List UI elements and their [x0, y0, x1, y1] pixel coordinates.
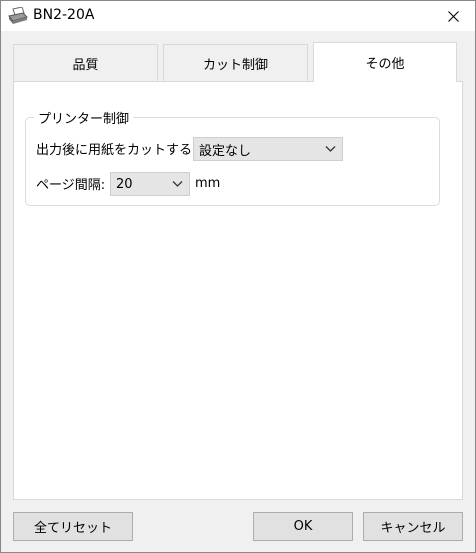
- cancel-label: キャンセル: [380, 521, 446, 536]
- close-button[interactable]: [431, 1, 475, 31]
- tab-label: 品質: [72, 57, 99, 73]
- dialog-window: BN2-20A 品質 カット制御 その他 プリンター制御 出力後に用紙をカットす…: [0, 0, 476, 553]
- window-title: BN2-20A: [33, 7, 95, 23]
- cut-after-output-value: 設定なし: [199, 143, 252, 159]
- reset-all-button[interactable]: 全てリセット: [13, 512, 133, 541]
- tab-other[interactable]: その他: [313, 42, 457, 82]
- ok-button[interactable]: OK: [253, 512, 353, 541]
- printer-control-group: プリンター制御 出力後に用紙をカットする: 設定なし ページ間隔: 20 mm: [25, 108, 440, 206]
- title-bar: BN2-20A: [1, 1, 475, 31]
- close-icon: [447, 10, 459, 22]
- page-spacing-select[interactable]: 20: [110, 172, 190, 196]
- tab-quality[interactable]: 品質: [13, 44, 158, 81]
- chevron-down-icon: [172, 181, 183, 187]
- page-spacing-unit: mm: [195, 176, 221, 191]
- chevron-down-icon: [325, 146, 336, 152]
- printer-icon: [8, 7, 28, 24]
- reset-all-label: 全てリセット: [33, 521, 112, 536]
- page-spacing-value: 20: [116, 176, 133, 192]
- tab-label: その他: [365, 57, 405, 72]
- cancel-button[interactable]: キャンセル: [363, 512, 463, 541]
- page-spacing-label: ページ間隔:: [36, 178, 106, 193]
- group-legend: プリンター制御: [34, 108, 134, 127]
- ok-label: OK: [293, 519, 313, 534]
- cut-after-output-label: 出力後に用紙をカットする:: [36, 143, 197, 158]
- tab-label: カット制御: [202, 57, 268, 73]
- tab-cut-control[interactable]: カット制御: [163, 44, 308, 81]
- tab-panel-other: プリンター制御 出力後に用紙をカットする: 設定なし ページ間隔: 20 mm: [13, 81, 463, 500]
- cut-after-output-select[interactable]: 設定なし: [193, 137, 343, 161]
